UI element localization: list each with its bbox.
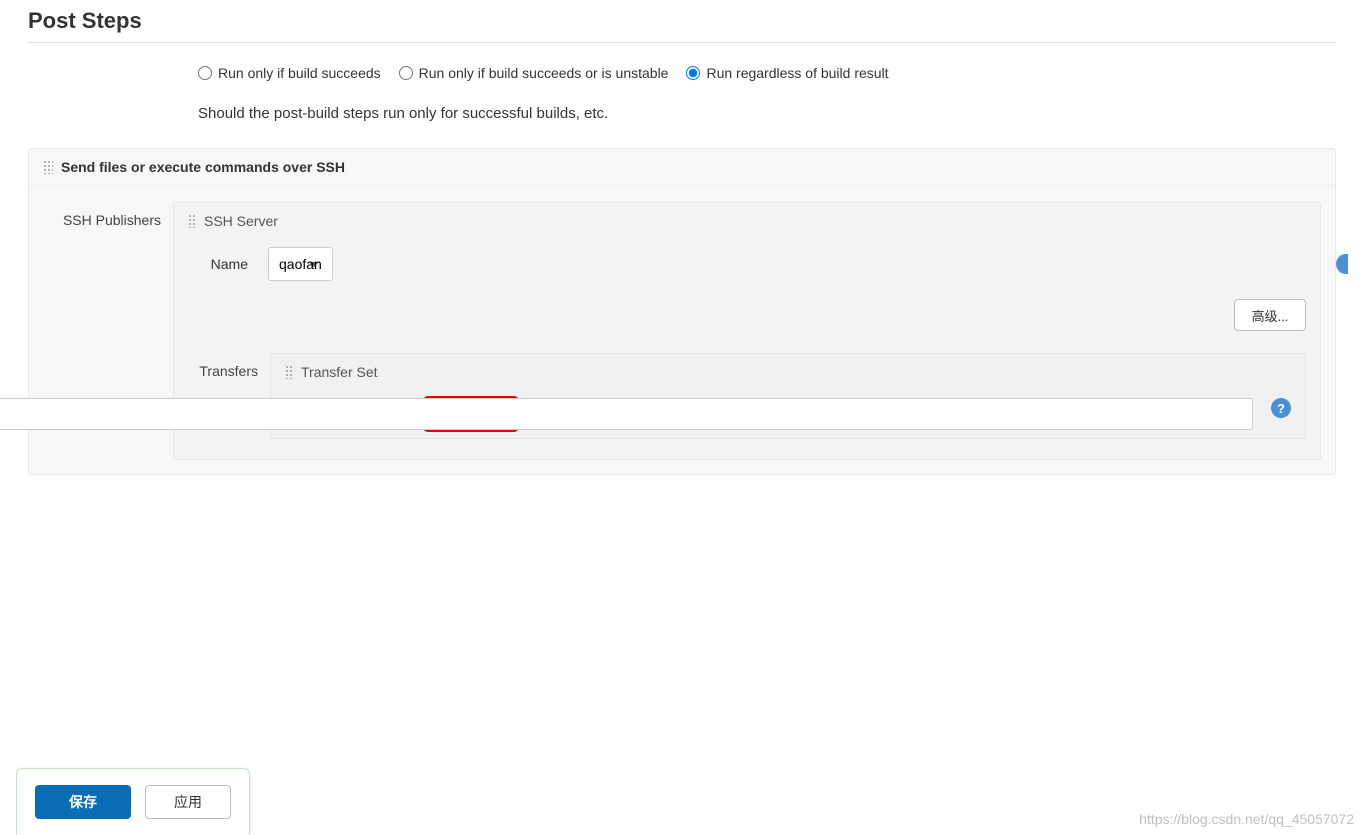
radio-opt2-text: Run only if build succeeds or is unstabl…	[419, 65, 669, 81]
help-icon[interactable]	[1336, 254, 1348, 274]
radio-opt3[interactable]	[686, 66, 700, 80]
ssh-section-title: Send files or execute commands over SSH	[61, 159, 345, 175]
ssh-server-name-select[interactable]: qaofan	[268, 247, 333, 281]
ssh-section-header: Send files or execute commands over SSH	[29, 149, 1335, 186]
source-files-full-input	[0, 398, 1253, 430]
radio-opt3-text: Run regardless of build result	[706, 65, 888, 81]
radio-opt3-label[interactable]: Run regardless of build result	[686, 65, 888, 81]
name-label: Name	[188, 256, 268, 272]
transfer-set-title: Transfer Set	[301, 364, 378, 380]
ssh-server-title: SSH Server	[204, 213, 278, 229]
drag-handle-icon[interactable]	[285, 365, 293, 379]
radio-opt2-label[interactable]: Run only if build succeeds or is unstabl…	[399, 65, 669, 81]
post-steps-radio-group: Run only if build succeeds Run only if b…	[198, 65, 1336, 81]
ssh-server-header: SSH Server	[174, 203, 1320, 239]
ssh-publishers-label: SSH Publishers	[43, 198, 173, 228]
ssh-section: Send files or execute commands over SSH …	[28, 148, 1336, 475]
ssh-advanced-button[interactable]: 高级...	[1234, 299, 1306, 331]
transfer-set-block: Transfer Set Source files 实际地址.打包方式	[270, 353, 1306, 439]
radio-opt1-text: Run only if build succeeds	[218, 65, 381, 81]
bottom-action-bar: 保存 应用	[16, 768, 250, 835]
post-steps-description: Should the post-build steps run only for…	[198, 105, 1336, 122]
ssh-server-block: SSH Server Name qaofan	[173, 202, 1321, 460]
radio-opt1-label[interactable]: Run only if build succeeds	[198, 65, 381, 81]
divider	[28, 42, 1336, 43]
watermark-text: https://blog.csdn.net/qq_45057072	[1139, 811, 1354, 827]
apply-button[interactable]: 应用	[145, 785, 231, 819]
drag-handle-icon[interactable]	[188, 214, 196, 228]
drag-handle-icon[interactable]	[43, 160, 53, 174]
page-title: Post Steps	[28, 8, 1336, 34]
transfers-label: Transfers	[174, 349, 270, 379]
radio-opt1[interactable]	[198, 66, 212, 80]
transfer-set-header: Transfer Set	[271, 354, 1305, 390]
radio-opt2[interactable]	[399, 66, 413, 80]
save-button[interactable]: 保存	[35, 785, 131, 819]
help-icon[interactable]: ?	[1271, 398, 1291, 418]
